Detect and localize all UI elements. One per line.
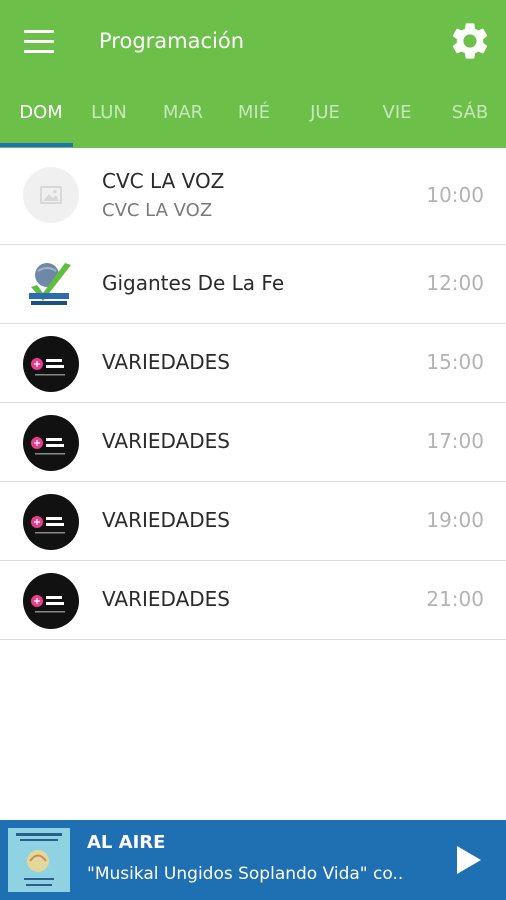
radio-ungidos-logo bbox=[23, 336, 79, 392]
program-name: VARIEDADES bbox=[102, 350, 230, 374]
program-name: Gigantes De La Fe bbox=[102, 271, 285, 295]
radio-ungidos-logo bbox=[23, 415, 79, 471]
program-time: 10:00 bbox=[426, 183, 484, 207]
tab-dom[interactable]: DOM bbox=[0, 96, 82, 148]
program-time: 19:00 bbox=[426, 508, 484, 532]
radio-ungidos-logo bbox=[23, 494, 79, 550]
tab-jue[interactable]: JUE bbox=[292, 96, 358, 148]
on-air-label: AL AIRE bbox=[87, 832, 166, 853]
program-name: VARIEDADES bbox=[102, 587, 230, 611]
tab-sab[interactable]: SÁB bbox=[437, 96, 503, 148]
list-item[interactable]: CVC LA VOZ CVC LA VOZ 10:00 bbox=[0, 148, 506, 245]
menu-icon bbox=[24, 30, 54, 33]
app-bar: Programación DOM LUN MAR MIÉ JUE VIE SÁB bbox=[0, 0, 506, 148]
play-icon[interactable] bbox=[448, 840, 488, 880]
list-item[interactable]: Gigantes De La Fe 12:00 bbox=[0, 245, 506, 324]
gigantes-logo bbox=[23, 257, 79, 313]
album-art bbox=[8, 828, 70, 892]
tab-mie[interactable]: MIÉ bbox=[221, 96, 287, 148]
list-item[interactable]: VARIEDADES 15:00 bbox=[0, 324, 506, 403]
day-tabs: DOM LUN MAR MIÉ JUE VIE SÁB bbox=[0, 96, 506, 148]
menu-icon-bar bbox=[24, 50, 54, 53]
program-time: 15:00 bbox=[426, 350, 484, 374]
page-title: Programación bbox=[99, 29, 245, 53]
schedule-list: CVC LA VOZ CVC LA VOZ 10:00 Gigantes De … bbox=[0, 148, 506, 640]
program-name: VARIEDADES bbox=[102, 429, 230, 453]
now-playing-bar[interactable]: AL AIRE "Musikal Ungidos Soplando Vida" … bbox=[0, 820, 506, 900]
list-item[interactable]: VARIEDADES 21:00 bbox=[0, 561, 506, 640]
program-time: 12:00 bbox=[426, 271, 484, 295]
menu-button[interactable] bbox=[22, 30, 56, 54]
list-item[interactable]: VARIEDADES 19:00 bbox=[0, 482, 506, 561]
now-playing-text: "Musikal Ungidos Soplando Vida" co.. bbox=[87, 864, 404, 884]
menu-icon-bar bbox=[24, 40, 54, 43]
tab-vie[interactable]: VIE bbox=[364, 96, 430, 148]
tab-lun[interactable]: LUN bbox=[76, 96, 142, 148]
radio-ungidos-logo bbox=[23, 573, 79, 629]
tab-mar[interactable]: MAR bbox=[150, 96, 216, 148]
gear-icon[interactable] bbox=[448, 19, 492, 63]
program-time: 17:00 bbox=[426, 429, 484, 453]
program-name: CVC LA VOZ bbox=[102, 169, 225, 193]
tab-indicator bbox=[0, 143, 73, 147]
program-name: VARIEDADES bbox=[102, 508, 230, 532]
program-time: 21:00 bbox=[426, 587, 484, 611]
list-item[interactable]: VARIEDADES 17:00 bbox=[0, 403, 506, 482]
image-placeholder-icon bbox=[23, 167, 79, 223]
program-subtitle: CVC LA VOZ bbox=[102, 200, 213, 221]
